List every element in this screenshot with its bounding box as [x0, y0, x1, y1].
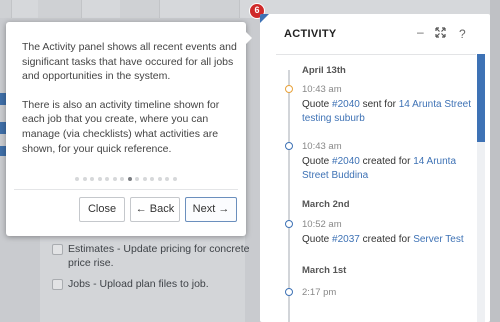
entry-description: Quote #2040 sent for 14 Arunta Street te…	[302, 98, 472, 125]
entry-time: 10:52 am	[302, 219, 342, 230]
entry-text: created for	[359, 156, 414, 167]
progress-dot	[112, 177, 117, 181]
minimize-icon[interactable]: –	[417, 25, 424, 39]
activity-scrollbar[interactable]	[477, 54, 485, 322]
tour-popover: The Activity panel shows all recent even…	[6, 22, 246, 236]
background-topbar-segment	[38, 0, 82, 18]
progress-dot	[82, 177, 87, 181]
quote-link[interactable]: #2037	[332, 234, 360, 245]
background-topbar-segment	[200, 0, 240, 18]
timeline-date: April 13th	[302, 65, 346, 76]
panel-title: ACTIVITY	[284, 28, 337, 40]
progress-dot	[142, 177, 147, 181]
timeline-date: March 2nd	[302, 199, 350, 210]
task-checkbox[interactable]	[52, 279, 63, 290]
progress-dot	[172, 177, 177, 181]
job-link[interactable]: Server Test	[413, 234, 463, 245]
progress-dot	[90, 177, 95, 181]
tour-progress-dots	[6, 177, 246, 181]
quote-link[interactable]: #2040	[332, 156, 360, 167]
next-button[interactable]: Next →	[185, 197, 237, 222]
entry-time: 10:43 am	[302, 84, 342, 95]
panel-header-divider	[276, 54, 476, 55]
entry-text: Quote	[302, 156, 333, 167]
progress-dot	[157, 177, 162, 181]
progress-dot	[135, 177, 140, 181]
tour-text: The Activity panel shows all recent even…	[22, 40, 238, 156]
quote-link[interactable]: #2040	[332, 99, 360, 110]
back-button[interactable]: ← Back	[130, 197, 180, 222]
progress-dot	[97, 177, 102, 181]
progress-dot	[75, 177, 80, 181]
task-text: Estimates - Update pricing for concrete	[68, 243, 250, 255]
entry-text: created for	[359, 234, 414, 245]
tour-paragraph-2: There is also an activity timeline shown…	[22, 98, 220, 155]
tour-divider	[14, 189, 238, 190]
progress-dot	[165, 177, 170, 181]
tour-pointer-arrow	[244, 30, 252, 46]
scrollbar-thumb[interactable]	[477, 54, 485, 142]
entry-description: Quote #2040 created for 14 Arunta Street…	[302, 155, 472, 182]
task-text-cont: price rise.	[68, 257, 114, 269]
task-checkbox[interactable]	[52, 244, 63, 255]
background-right-edge	[490, 0, 500, 322]
entry-time: 2:17 pm	[302, 287, 337, 298]
progress-dot	[120, 177, 125, 181]
timeline-dot	[285, 288, 293, 296]
entry-time: 10:43 am	[302, 141, 342, 152]
entry-text: Quote	[302, 234, 333, 245]
panel-corner-accent	[260, 14, 269, 23]
help-icon[interactable]: ?	[459, 27, 466, 41]
entry-text: Quote	[302, 99, 333, 110]
background-topbar-segment	[120, 0, 160, 18]
activity-panel: ACTIVITY – ? April 13th 10:43 am Quote #…	[260, 14, 490, 322]
progress-dot	[150, 177, 155, 181]
timeline-dot	[285, 142, 293, 150]
expand-icon[interactable]	[435, 27, 446, 41]
timeline-dot	[285, 220, 293, 228]
close-button[interactable]: Close	[79, 197, 125, 222]
entry-description: Quote #2037 created for Server Test	[302, 233, 472, 247]
entry-text: sent for	[359, 99, 399, 110]
progress-dot	[127, 177, 132, 181]
task-text: Jobs - Upload plan files to job.	[68, 278, 209, 290]
progress-dot	[105, 177, 110, 181]
tour-paragraph-1: The Activity panel shows all recent even…	[22, 41, 237, 83]
timeline-dot	[285, 85, 293, 93]
timeline-date: March 1st	[302, 265, 347, 276]
background-topbar-segment	[0, 0, 12, 18]
timeline-line	[288, 70, 290, 322]
